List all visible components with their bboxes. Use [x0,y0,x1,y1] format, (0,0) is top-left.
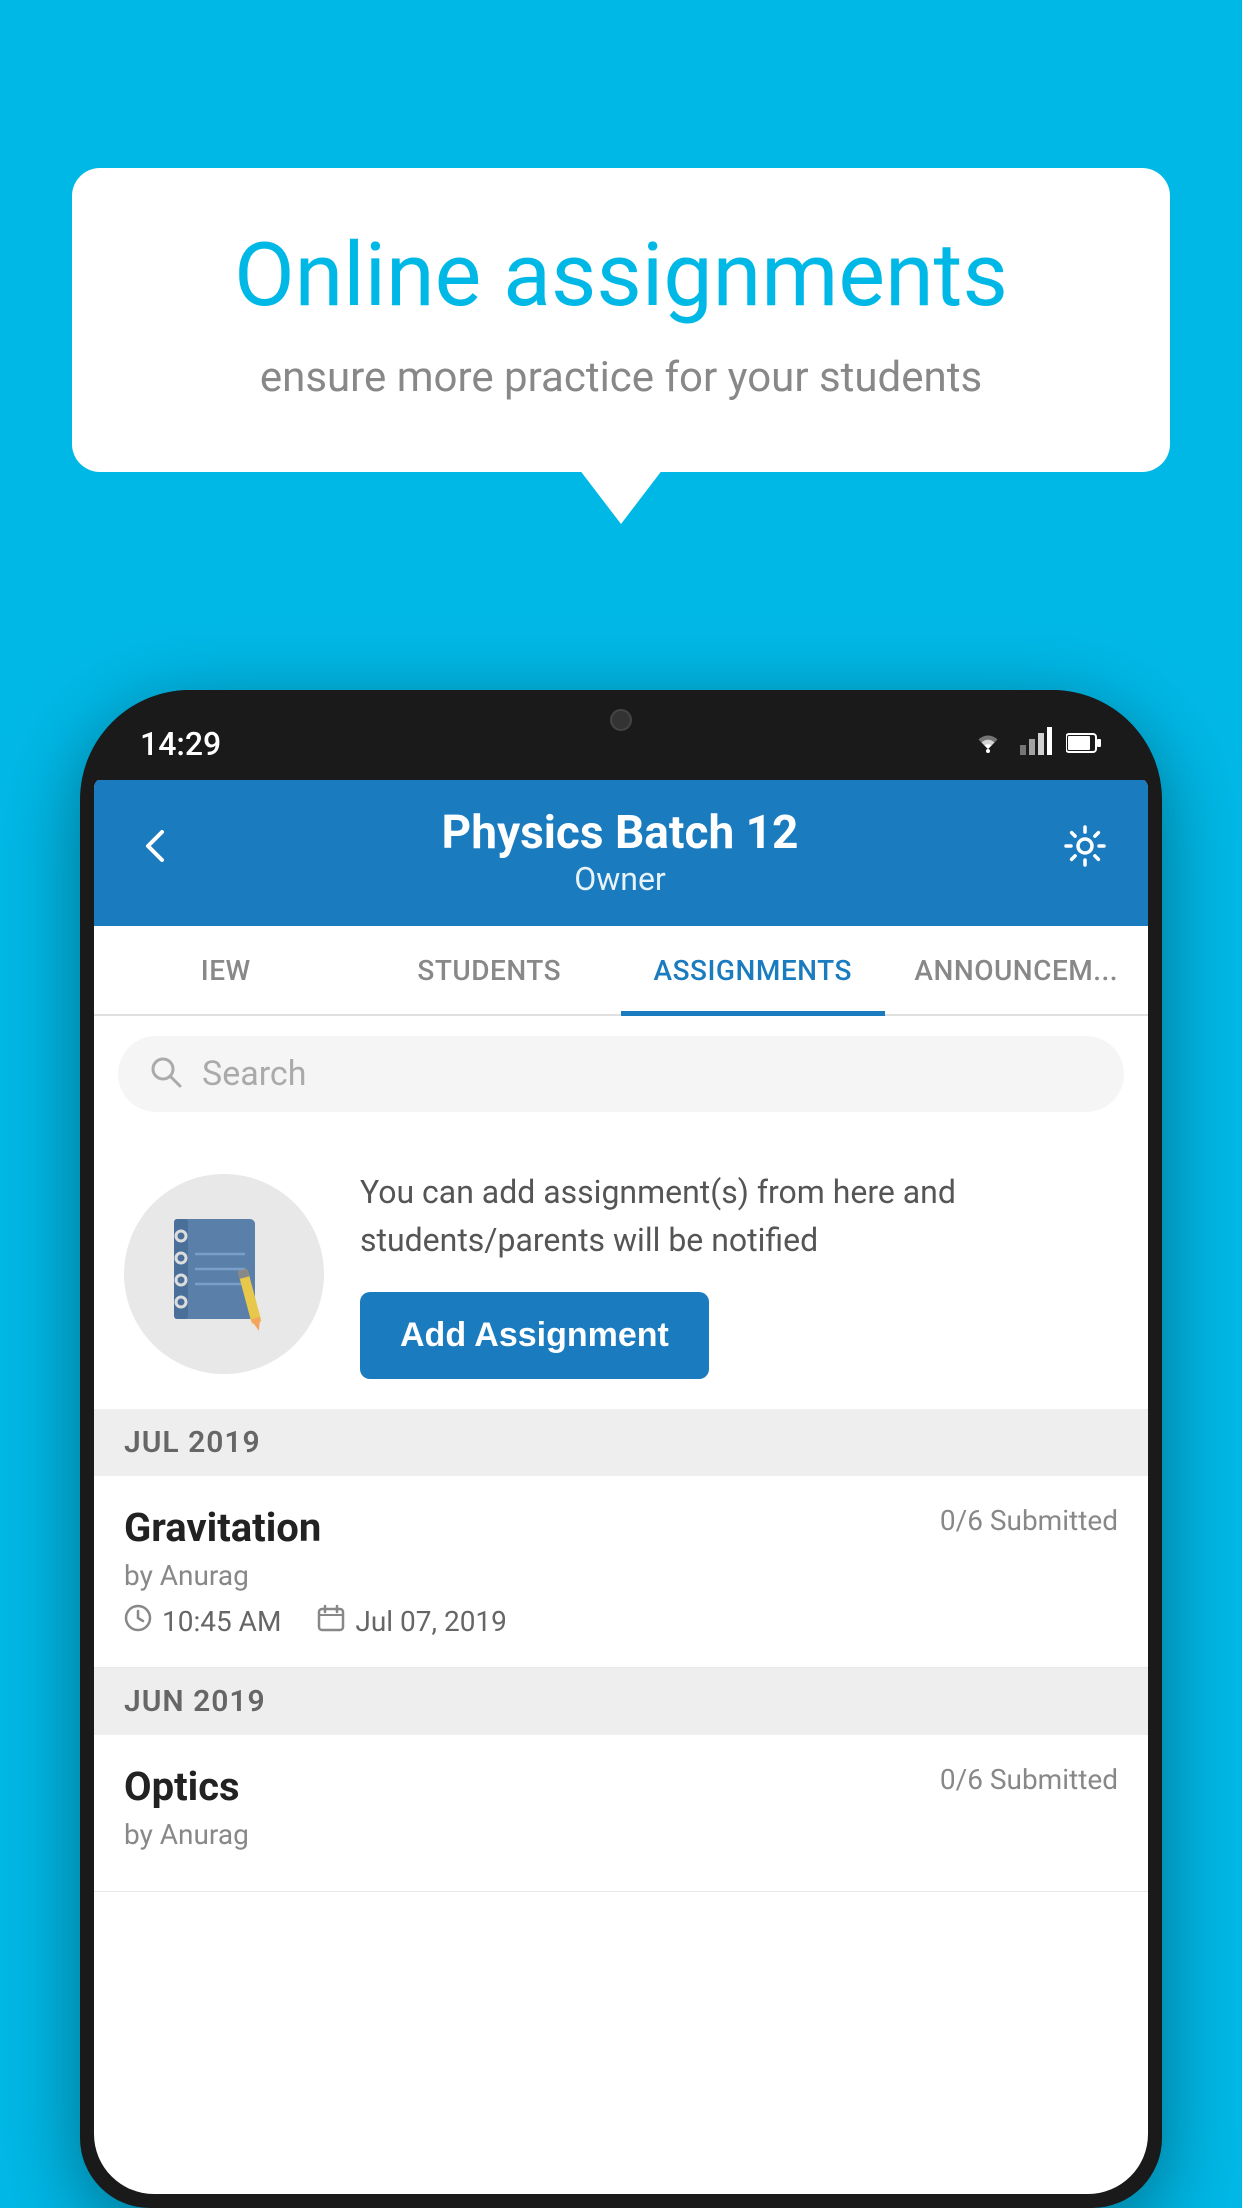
notch [521,690,721,750]
settings-button[interactable] [1062,823,1108,881]
speech-bubble: Online assignments ensure more practice … [72,168,1170,472]
tabs-bar: IEW STUDENTS ASSIGNMENTS ANNOUNCEM... [94,926,1148,1016]
empty-state-desc: You can add assignment(s) from here and … [360,1168,1118,1264]
battery-icon [1066,728,1102,761]
assignment-item-optics[interactable]: Optics 0/6 Submitted by Anurag [94,1735,1148,1892]
notebook-icon [169,1214,279,1334]
assignment-name: Gravitation [124,1504,321,1551]
search-icon [148,1054,184,1094]
search-placeholder: Search [202,1054,306,1094]
status-time: 14:29 [140,725,221,763]
meta-date: Jul 07, 2019 [317,1604,507,1639]
empty-state-text: You can add assignment(s) from here and … [360,1168,1118,1379]
assignment-author-optics: by Anurag [124,1818,1118,1851]
assignment-header-row-optics: Optics 0/6 Submitted [124,1763,1118,1810]
app-bar: Physics Batch 12 Owner [94,778,1148,926]
status-bar: 14:29 [80,690,1162,780]
search-bar[interactable]: Search [118,1036,1124,1112]
assignment-submitted: 0/6 Submitted [940,1504,1118,1537]
assignment-meta: 10:45 AM Jul 07, 2019 [124,1604,1118,1639]
camera [610,709,632,731]
signal-icon [1020,727,1052,762]
calendar-icon [317,1604,345,1639]
empty-state-icon-bg [124,1174,324,1374]
assignment-submitted-optics: 0/6 Submitted [940,1763,1118,1796]
status-icons [970,727,1102,762]
tab-students[interactable]: STUDENTS [358,926,622,1014]
add-assignment-button[interactable]: Add Assignment [360,1292,709,1379]
phone-screen: Physics Batch 12 Owner IEW STUDENTS ASSI… [94,778,1148,2194]
tab-iew[interactable]: IEW [94,926,358,1014]
app-bar-subtitle: Owner [442,860,799,898]
assignment-item-gravitation[interactable]: Gravitation 0/6 Submitted by Anurag 10:4… [94,1476,1148,1668]
search-container: Search [94,1016,1148,1132]
bubble-subtitle: ensure more practice for your students [142,353,1100,402]
phone-shell: 14:29 [80,690,1162,2208]
app-bar-center: Physics Batch 12 Owner [442,806,799,898]
bubble-title: Online assignments [142,228,1100,325]
empty-state: You can add assignment(s) from here and … [94,1132,1148,1409]
assignment-header-row: Gravitation 0/6 Submitted [124,1504,1118,1551]
meta-time: 10:45 AM [124,1604,281,1639]
assignment-name-optics: Optics [124,1763,240,1810]
back-button[interactable] [134,823,178,881]
tab-assignments[interactable]: ASSIGNMENTS [621,926,885,1014]
assignment-author: by Anurag [124,1559,1118,1592]
app-bar-title: Physics Batch 12 [442,806,799,860]
wifi-icon [970,727,1006,762]
section-header-jun: JUN 2019 [94,1668,1148,1735]
clock-icon [124,1604,152,1639]
section-header-jul: JUL 2019 [94,1409,1148,1476]
tab-announcements[interactable]: ANNOUNCEM... [885,926,1149,1014]
